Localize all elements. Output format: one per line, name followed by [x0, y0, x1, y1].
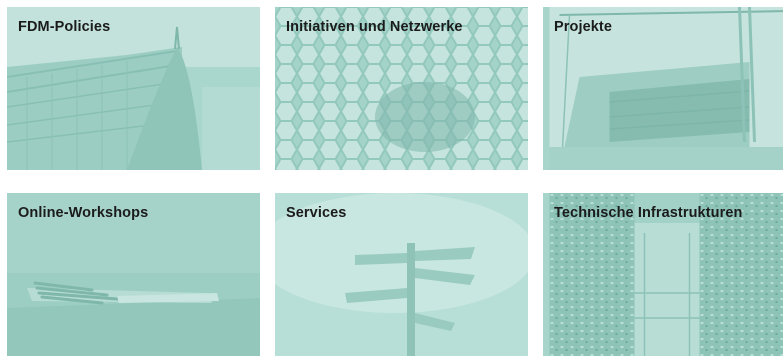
tile-title: Services — [286, 205, 346, 221]
tile-title: Initiativen und Netzwerke — [286, 19, 463, 35]
tile-title: Technische Infrastrukturen — [554, 205, 742, 221]
tile-services[interactable]: Services — [275, 193, 528, 356]
tile-title: Online-Workshops — [18, 205, 148, 221]
tile-projekte[interactable]: Projekte — [543, 7, 783, 170]
tile-online-workshops[interactable]: Online-Workshops — [7, 193, 260, 356]
tile-initiativen-und-netzwerke[interactable]: Initiativen und Netzwerke — [275, 7, 528, 170]
tile-technische-infrastrukturen[interactable]: Technische Infrastrukturen — [543, 193, 783, 356]
tile-title: Projekte — [554, 19, 612, 35]
tile-title: FDM-Policies — [18, 19, 110, 35]
tile-fdm-policies[interactable]: FDM-Policies — [7, 7, 260, 170]
